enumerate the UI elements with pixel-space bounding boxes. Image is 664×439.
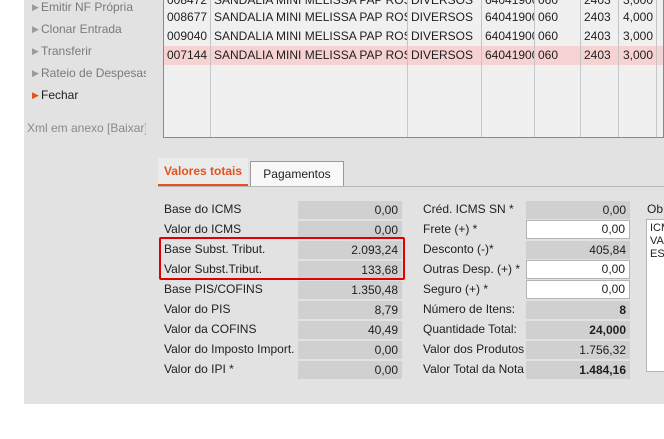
label-outras-despesas: Outras Desp. (+) * bbox=[423, 262, 521, 276]
chevron-right-icon: ▶ bbox=[32, 68, 39, 78]
cell-description: SANDALIA MINI MELISSA PAP ROSA bbox=[211, 46, 408, 65]
column-divider bbox=[580, 65, 581, 137]
column-divider bbox=[210, 65, 211, 137]
label-valor-pis: Valor do PIS bbox=[164, 302, 231, 316]
chevron-right-icon: ▶ bbox=[32, 46, 39, 56]
observations-line: ICM bbox=[650, 222, 664, 234]
value-valor-ipi: 0,00 bbox=[298, 361, 402, 379]
cell-cfop: 2403 bbox=[581, 46, 619, 65]
tab-valores-totais[interactable]: Valores totais bbox=[158, 158, 248, 186]
sidebar: ▶ Emitir NF Própria ▶ Clonar Entrada ▶ Tran… bbox=[24, 0, 149, 404]
cell-group: DIVERSOS bbox=[408, 46, 482, 65]
label-valor-produtos: Valor dos Produtos bbox=[423, 342, 525, 356]
observations-line: ESI bbox=[650, 248, 664, 260]
cell-code: 008677 bbox=[164, 8, 211, 27]
label-valor-ipi: Valor do IPI * bbox=[164, 362, 234, 376]
tab-bar: Valores totais Pagamentos bbox=[158, 158, 664, 186]
cell-code: 009040 bbox=[164, 27, 211, 46]
value-valor-cofins: 40,49 bbox=[298, 321, 402, 339]
menu-label: Emitir NF Própria bbox=[41, 0, 134, 14]
items-grid[interactable]: 008472 SANDALIA MINI MELISSA PAP ROSA DI… bbox=[163, 0, 664, 138]
menu-fechar[interactable]: ▶ Fechar bbox=[32, 86, 78, 104]
cell-ncm: 64041900 bbox=[482, 27, 535, 46]
chevron-right-icon: ▶ bbox=[32, 24, 39, 34]
value-desconto: 405,84 bbox=[526, 241, 630, 259]
value-numero-itens: 8 bbox=[526, 301, 630, 319]
label-cred-icms-sn: Créd. ICMS SN * bbox=[423, 202, 514, 216]
menu-label: Rateio de Despesas bbox=[41, 66, 150, 80]
cell-group: DIVERSOS bbox=[408, 8, 482, 27]
column-divider bbox=[618, 65, 619, 137]
menu-rateio-despesas[interactable]: ▶ Rateio de Despesas bbox=[32, 64, 149, 82]
chevron-right-icon: ▶ bbox=[32, 90, 39, 100]
menu-emitir-nf-propria[interactable]: ▶ Emitir NF Própria bbox=[32, 0, 133, 16]
observations-textarea[interactable]: ICM VAL ESI bbox=[646, 219, 664, 372]
label-valor-total-nota: Valor Total da Nota bbox=[423, 362, 524, 376]
cell-cst: 060 bbox=[535, 27, 581, 46]
cell-description: SANDALIA MINI MELISSA PAP ROSA bbox=[211, 27, 408, 46]
table-row[interactable]: 009040 SANDALIA MINI MELISSA PAP ROSA DI… bbox=[164, 27, 663, 46]
observations-line: VAL bbox=[650, 235, 664, 247]
menu-clonar-entrada[interactable]: ▶ Clonar Entrada bbox=[32, 20, 122, 38]
value-base-icms: 0,00 bbox=[298, 201, 402, 219]
label-numero-itens: Número de Itens: bbox=[423, 302, 516, 316]
cell-ncm: 64041900 bbox=[482, 8, 535, 27]
value-valor-pis: 8,79 bbox=[298, 301, 402, 319]
cell-ncm: 64041900 bbox=[482, 46, 535, 65]
cell-code: 007144 bbox=[164, 46, 211, 65]
seguro-input[interactable]: 0,00 bbox=[526, 280, 630, 299]
frete-input[interactable]: 0,00 bbox=[526, 220, 630, 239]
menu-label: Transferir bbox=[41, 44, 92, 58]
label-base-icms: Base do ICMS bbox=[164, 202, 242, 216]
column-divider bbox=[534, 65, 535, 137]
value-valor-produtos: 1.756,32 bbox=[526, 341, 630, 359]
highlight-box bbox=[159, 237, 405, 280]
menu-transferir[interactable]: ▶ Transferir bbox=[32, 42, 92, 60]
tab-pagamentos[interactable]: Pagamentos bbox=[250, 161, 344, 186]
value-quantidade-total: 24,000 bbox=[526, 321, 630, 339]
label-base-pis-cofins: Base PIS/COFINS bbox=[164, 282, 263, 296]
menu-label: Fechar bbox=[41, 88, 79, 102]
cell-quantity: 3,000 bbox=[619, 46, 657, 65]
cell-description: SANDALIA MINI MELISSA PAP ROSA bbox=[211, 8, 408, 27]
value-cred-icms-sn: 0,00 bbox=[526, 201, 630, 219]
cell-quantity: 4,000 bbox=[619, 8, 657, 27]
label-seguro: Seguro (+) * bbox=[423, 282, 489, 296]
label-quantidade-total: Quantidade Total: bbox=[423, 322, 517, 336]
outras-despesas-input[interactable]: 0,00 bbox=[526, 260, 630, 279]
table-row[interactable]: 008677 SANDALIA MINI MELISSA PAP ROSA DI… bbox=[164, 8, 663, 27]
value-valor-total-nota: 1.484,16 bbox=[526, 361, 630, 379]
menu-label: Clonar Entrada bbox=[41, 22, 122, 36]
label-frete: Frete (+) * bbox=[423, 222, 478, 236]
cell-cfop: 2403 bbox=[581, 27, 619, 46]
tab-divider bbox=[158, 186, 664, 187]
column-divider bbox=[407, 65, 408, 137]
label-valor-imposto-import: Valor do Imposto Import. bbox=[164, 342, 295, 356]
value-valor-imposto-import: 0,00 bbox=[298, 341, 402, 359]
value-base-pis-cofins: 1.350,48 bbox=[298, 281, 402, 299]
cell-cst: 060 bbox=[535, 46, 581, 65]
cell-group: DIVERSOS bbox=[408, 27, 482, 46]
cell-cst: 060 bbox=[535, 8, 581, 27]
label-desconto: Desconto (-)* bbox=[423, 242, 494, 256]
column-divider bbox=[656, 65, 657, 137]
label-valor-cofins: Valor da COFINS bbox=[164, 322, 257, 336]
table-row-selected[interactable]: 007144 SANDALIA MINI MELISSA PAP ROSA DI… bbox=[164, 46, 663, 65]
cell-cfop: 2403 bbox=[581, 8, 619, 27]
observations-label: Ob bbox=[647, 202, 664, 216]
xml-attachment-download-link[interactable]: Xml em anexo [Baixar] bbox=[27, 121, 148, 135]
column-divider bbox=[481, 65, 482, 137]
chevron-right-icon: ▶ bbox=[32, 2, 39, 12]
cell-quantity: 3,000 bbox=[619, 27, 657, 46]
